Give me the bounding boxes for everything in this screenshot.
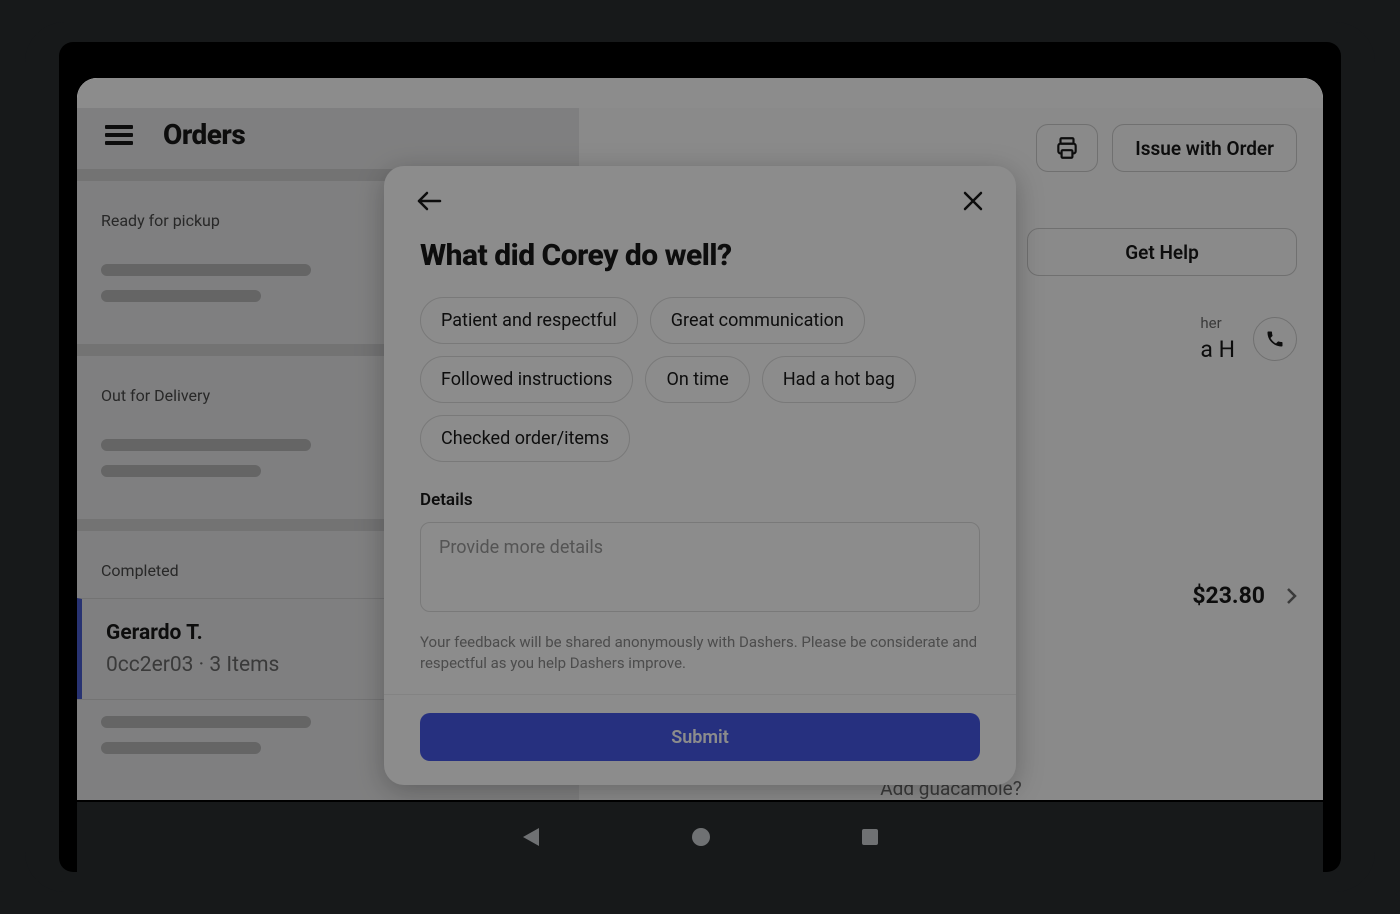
modal-overlay[interactable] — [77, 78, 1323, 800]
nav-recent-icon[interactable] — [861, 828, 879, 846]
app-window: Orders Ready for pickup Out for Delivery… — [77, 78, 1323, 800]
nav-back-icon[interactable] — [521, 826, 541, 848]
tablet-screen: Orders Ready for pickup Out for Delivery… — [59, 42, 1341, 872]
nav-home-icon[interactable] — [691, 827, 711, 847]
android-nav-bar — [77, 802, 1323, 872]
tablet-frame: Orders Ready for pickup Out for Delivery… — [25, 22, 1375, 892]
